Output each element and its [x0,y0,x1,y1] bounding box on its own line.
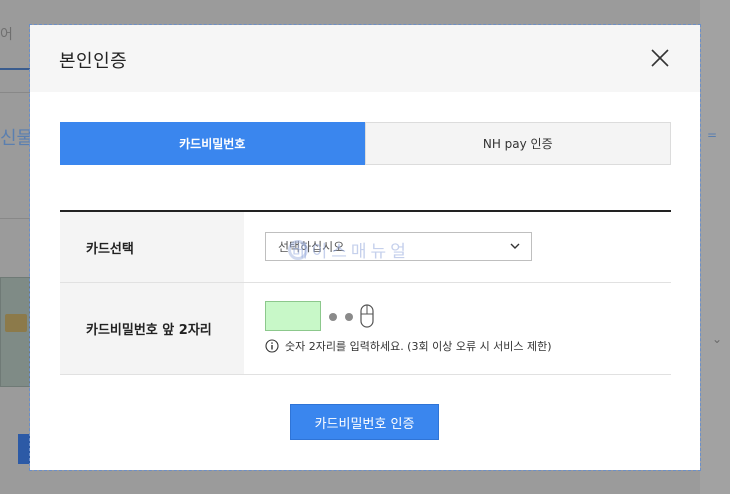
card-select-dropdown[interactable]: 선택하십시오 [265,232,532,261]
pin-mask-dot [329,313,337,321]
mouse-icon[interactable] [360,304,374,328]
pin-cell: 숫자 2자리를 입력하세요. (3회 이상 오류 시 서비스 제한) [244,283,671,374]
close-icon[interactable] [649,47,671,69]
verification-form: 카드선택 선택하십시오 베이스매뉴얼 카드비밀번호 앞 2자리 숫자 2자리를 … [60,210,671,375]
modal-header: 본인인증 [30,25,700,92]
background-heading-fragment: 신물 [0,128,34,149]
pin-input[interactable] [265,301,321,331]
pin-help-text: 숫자 2자리를 입력하세요. (3회 이상 오류 시 서비스 제한) [285,340,552,353]
modal-title: 본인인증 [59,51,128,72]
background-chevron-icon: ⌄ [712,332,723,346]
tab-nh-pay[interactable]: NH pay 인증 [364,122,671,165]
pin-label: 카드비밀번호 앞 2자리 [60,283,244,374]
background-card-image [0,277,30,387]
chevron-down-icon [510,243,520,249]
pin-help: 숫자 2자리를 입력하세요. (3회 이상 오류 시 서비스 제한) [265,338,552,354]
background-right-fragment: = [707,128,718,142]
info-icon [265,339,279,353]
card-select-cell: 선택하십시오 베이스매뉴얼 [244,212,671,282]
background-right-strip [700,0,730,494]
auth-method-tabs: 카드비밀번호 NH pay 인증 [60,122,671,165]
background-tab-underline [0,68,30,70]
background-button [18,434,30,464]
pin-row: 카드비밀번호 앞 2자리 숫자 2자리를 입력하세요. (3회 이상 오류 시 … [60,283,671,375]
background-divider [0,218,30,219]
verify-card-password-button[interactable]: 카드비밀번호 인증 [290,404,439,440]
background-divider [0,92,30,93]
card-select-row: 카드선택 선택하십시오 베이스매뉴얼 [60,212,671,283]
card-select-value: 선택하십시오 [278,240,345,254]
identity-verification-modal: 본인인증 카드비밀번호 NH pay 인증 카드선택 선택하십시오 베이스매뉴얼… [29,24,701,471]
background-tab-text: 어 [0,27,13,43]
card-chip [5,314,27,332]
pin-mask-dot [345,313,353,321]
card-select-label: 카드선택 [60,212,244,282]
tab-card-password[interactable]: 카드비밀번호 [60,122,365,165]
